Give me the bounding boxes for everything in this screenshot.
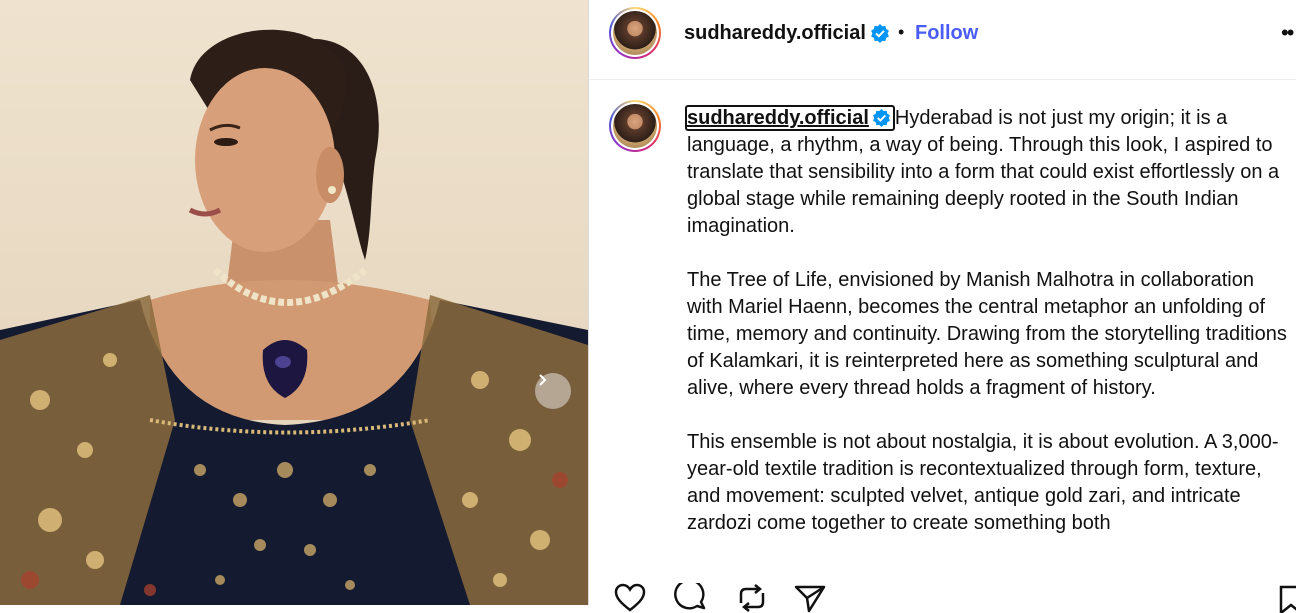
caption-username-link[interactable]: sudhareddy.official [685,105,895,131]
author-username[interactable]: sudhareddy.official [684,22,866,45]
verified-badge-icon [870,23,890,43]
caption-author-avatar[interactable] [609,100,661,152]
caption-paragraph: This ensemble is not about nostalgia, it… [687,431,1279,534]
chevron-right-icon [539,374,547,386]
heart-icon[interactable] [613,583,647,613]
carousel-next-button[interactable] [535,373,571,409]
separator-dot: • [898,22,905,42]
author-avatar[interactable] [609,7,661,59]
caption-area: sudhareddy.official Hyderabad is not jus… [589,80,1296,560]
comment-icon[interactable] [674,583,708,613]
caption-paragraph: The Tree of Life, envisioned by Manish M… [687,269,1287,399]
post-details-pane: sudhareddy.official • Follow •• sudhared… [589,0,1296,613]
post-header: sudhareddy.official • Follow •• [589,0,1296,80]
follow-button[interactable]: Follow [915,22,978,45]
post-photo [0,29,588,605]
post-media[interactable] [0,0,588,605]
share-icon[interactable] [735,583,769,613]
save-icon[interactable] [1279,583,1296,613]
post-caption: sudhareddy.official Hyderabad is not jus… [685,105,1287,560]
caption-paragraph: sudhareddy.official Hyderabad is not jus… [685,105,1280,237]
more-options-button[interactable]: •• [1281,20,1294,46]
action-bar [589,560,1296,613]
send-icon[interactable] [793,583,827,613]
verified-badge-icon [872,108,890,127]
